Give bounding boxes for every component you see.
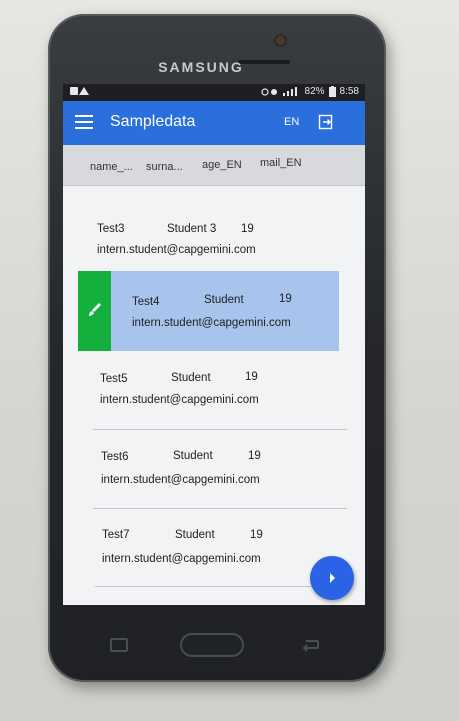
cell-name: Test5 (100, 373, 128, 385)
column-header-mail[interactable]: mail_EN (260, 157, 302, 169)
cell-surname: Student (175, 529, 215, 541)
battery-percent: 82% (304, 86, 325, 97)
cell-age: 19 (248, 450, 261, 462)
list-item[interactable]: Test6 Student 19 intern.student@capgemin… (85, 450, 343, 529)
column-header-surname[interactable]: surna... (146, 161, 183, 173)
notification-icons (69, 86, 91, 100)
cell-name: Test6 (101, 451, 129, 463)
cell-surname: Student (173, 450, 213, 462)
recent-apps-button[interactable] (110, 638, 128, 652)
chevron-right-icon (330, 573, 335, 583)
row-divider (93, 508, 347, 509)
clock: 8:58 (339, 86, 359, 97)
front-camera (276, 36, 285, 45)
list-item[interactable]: Test7 Student 19 intern.student@capgemin… (85, 529, 343, 605)
status-right: 82% 8:58 (260, 86, 359, 97)
app-bar: Sampledata EN (63, 101, 365, 145)
language-selector[interactable]: EN (284, 116, 299, 128)
row-divider (93, 429, 347, 430)
logout-icon[interactable] (318, 114, 334, 130)
cell-mail: intern.student@capgemini.com (100, 394, 259, 406)
list-item-selected[interactable]: Test4 Student 19 intern.student@capgemin… (110, 293, 365, 374)
cell-mail: intern.student@capgemini.com (101, 474, 260, 486)
app-screen: Sampledata EN name_... surna... age_EN m… (63, 101, 365, 605)
cell-name: Test3 (97, 223, 125, 235)
back-icon[interactable] (300, 637, 322, 653)
cell-age: 19 (250, 529, 263, 541)
battery-icon (328, 86, 336, 97)
app-title: Sampledata (110, 113, 196, 130)
notification-icon (70, 87, 89, 95)
status-bar: 82% 8:58 (63, 84, 365, 101)
cell-age: 19 (241, 223, 254, 235)
cell-surname: Student 3 (167, 223, 217, 235)
next-page-button[interactable] (310, 556, 354, 600)
cell-name: Test4 (132, 296, 160, 308)
cell-surname: Student (204, 294, 244, 306)
cell-mail: intern.student@capgemini.com (132, 317, 291, 329)
cell-surname: Student (171, 372, 211, 384)
hamburger-menu-icon[interactable] (75, 115, 93, 129)
cell-age: 19 (245, 371, 258, 383)
column-header-name[interactable]: name_... (90, 161, 133, 173)
phone-brand: SAMSUNG (158, 59, 244, 75)
cell-mail: intern.student@capgemini.com (97, 244, 256, 256)
cell-mail: intern.student@capgemini.com (102, 553, 261, 565)
signal-icon (260, 86, 297, 96)
cell-age: 19 (279, 293, 292, 305)
column-header-age[interactable]: age_EN (202, 159, 242, 171)
list-item[interactable]: Test5 Student 19 intern.student@capgemin… (85, 371, 343, 451)
home-button[interactable] (180, 633, 244, 657)
list-item[interactable]: Test3 Student 3 19 intern.student@capgem… (85, 223, 343, 301)
cell-name: Test7 (102, 529, 130, 541)
column-headers: name_... surna... age_EN mail_EN (63, 145, 365, 186)
